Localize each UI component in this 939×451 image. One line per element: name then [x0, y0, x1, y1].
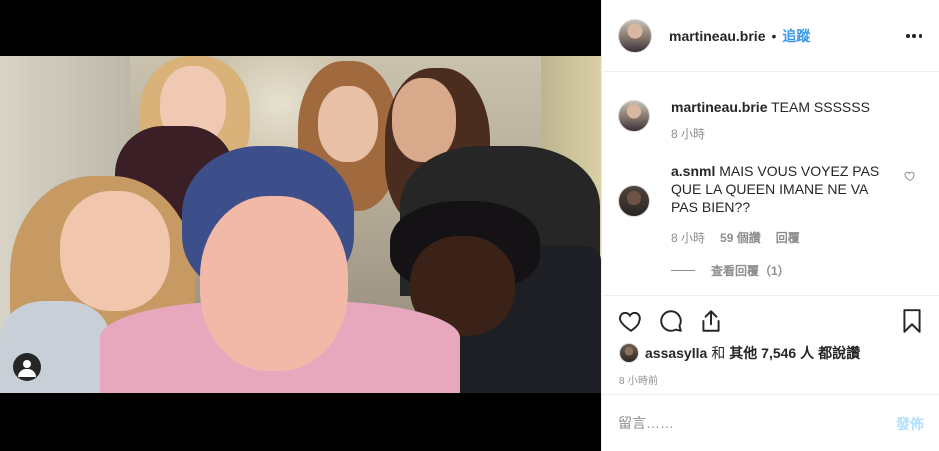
- post-header: martineau.brie • 追蹤: [602, 0, 939, 72]
- caption-body: martineau.brie TEAM SSSSSS 8 小時: [671, 98, 901, 143]
- author-username[interactable]: martineau.brie: [669, 28, 765, 44]
- view-replies-button[interactable]: 查看回覆（1）: [671, 262, 790, 279]
- caption-time[interactable]: 8 小時: [671, 125, 705, 143]
- bookmark-icon[interactable]: [899, 308, 925, 334]
- liker-username[interactable]: assasylla: [645, 345, 707, 361]
- heart-icon[interactable]: [618, 308, 644, 334]
- post-details-panel: martineau.brie • 追蹤 martineau.brie TEAM …: [601, 0, 939, 451]
- comment-username[interactable]: a.snml: [671, 163, 715, 179]
- likes-others[interactable]: 其他 7,546 人: [729, 343, 814, 363]
- author-avatar[interactable]: [618, 18, 652, 53]
- photo-face: [392, 78, 456, 162]
- caption-text: TEAM SSSSSS: [771, 99, 870, 115]
- comment-meta: 8 小時 59 個讚 回覆: [671, 229, 891, 247]
- likes-suffix: 都說讚: [818, 345, 861, 361]
- post-media[interactable]: [0, 0, 601, 451]
- post-comment-button[interactable]: 發佈: [896, 414, 924, 434]
- comment-input[interactable]: 留言……: [618, 413, 878, 433]
- comment-likes[interactable]: 59 個讚: [720, 229, 761, 247]
- photo-face: [60, 191, 170, 311]
- liker-avatar[interactable]: [619, 343, 639, 363]
- view-replies-label: 查看回覆（1）: [711, 264, 790, 278]
- action-bar: [602, 295, 939, 345]
- photo-face: [318, 86, 378, 162]
- comments-section: martineau.brie TEAM SSSSSS 8 小時 a.snml M…: [602, 72, 939, 295]
- photo-clothing: [0, 301, 110, 393]
- header-separator: •: [771, 27, 777, 44]
- comment-icon[interactable]: [658, 308, 684, 334]
- comment-avatar[interactable]: [618, 185, 650, 217]
- caption-meta: 8 小時: [671, 125, 901, 143]
- reply-button[interactable]: 回覆: [776, 229, 800, 247]
- post-timestamp[interactable]: 8 小時前: [619, 372, 658, 387]
- more-options-icon[interactable]: [906, 28, 922, 44]
- share-icon[interactable]: [698, 308, 724, 334]
- comment-body: a.snml MAIS VOUS VOYEZ PAS QUE LA QUEEN …: [671, 162, 891, 247]
- follow-button[interactable]: 追蹤: [782, 26, 810, 46]
- view-replies-line: [671, 270, 695, 271]
- post-photo[interactable]: [0, 56, 601, 393]
- add-comment-bar: 留言…… 發佈: [602, 394, 939, 451]
- likes-summary: assasylla 和 其他 7,546 人 都說讚: [619, 343, 860, 363]
- comment-heart-icon[interactable]: [904, 170, 916, 182]
- tagged-users-icon[interactable]: [13, 353, 41, 381]
- photo-face: [200, 196, 348, 371]
- caption-avatar[interactable]: [618, 100, 650, 132]
- likes-and: 和: [711, 345, 726, 361]
- comment-time[interactable]: 8 小時: [671, 229, 705, 247]
- caption-username[interactable]: martineau.brie: [671, 99, 767, 115]
